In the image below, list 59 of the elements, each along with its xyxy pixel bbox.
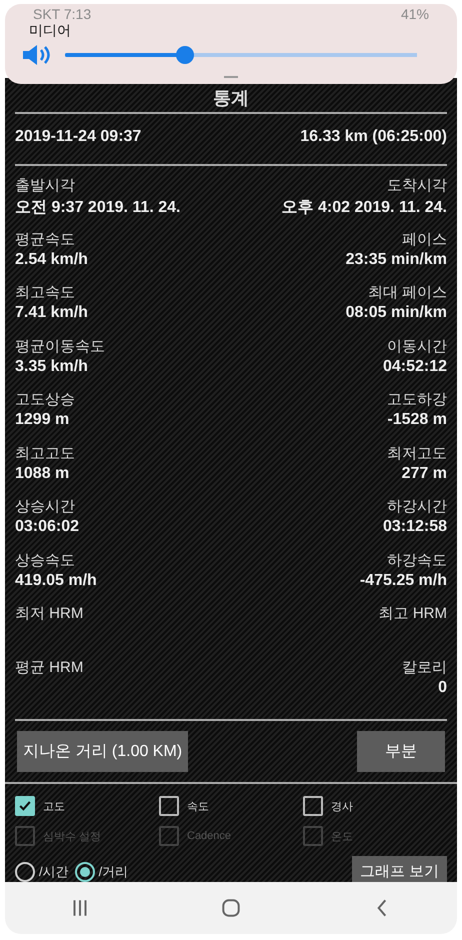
- checkbox-label: 온도: [331, 830, 353, 844]
- status-time: SKT 7:13: [33, 6, 92, 22]
- stat-value: -475.25 m/h: [360, 572, 447, 590]
- stat-label: 이동시간: [387, 336, 447, 356]
- checkbox-label: 고도: [43, 800, 65, 814]
- stat-label: 최대 페이스: [368, 283, 447, 302]
- stat-value: 오전 9:37 2019. 11. 24.: [15, 198, 180, 218]
- stat-value: 419.05 m/h: [15, 572, 97, 590]
- stat-label: 평균 HRM: [15, 658, 84, 676]
- segment-button[interactable]: 부분: [357, 731, 445, 772]
- stat-label: 고도하강: [387, 390, 447, 409]
- stat-value: 277 m: [402, 464, 447, 482]
- checkbox-label: 경사: [331, 800, 353, 814]
- stat-label: 하강속도: [387, 550, 447, 570]
- stat-value: 1299 m: [15, 411, 70, 429]
- stat-label: 하강시간: [387, 497, 447, 516]
- stat-value: 04:52:12: [382, 358, 447, 376]
- stat-value: 03:12:58: [382, 518, 447, 536]
- radio-label: /시간: [39, 862, 69, 880]
- stat-label: 최고속도: [15, 283, 76, 302]
- stat-label: 고도상승: [15, 390, 75, 409]
- stat-value: 2.54 km/h: [15, 250, 88, 268]
- stat-label: 상승시간: [15, 497, 76, 516]
- checkbox-label: 심박수 설정: [43, 830, 102, 844]
- stat-value: 오후 4:02 2019. 11. 24.: [282, 198, 447, 218]
- stat-label: 최고고도: [15, 444, 75, 462]
- stat-label: 칼로리: [402, 658, 447, 676]
- volume-label: 미디어: [29, 22, 72, 40]
- stat-label: 페이스: [402, 230, 447, 248]
- stat-label: 도착시각: [387, 176, 447, 195]
- distance-button[interactable]: 지나온 거리 (1.00 KM): [17, 731, 188, 772]
- speaker-icon[interactable]: [21, 43, 51, 67]
- graph-button[interactable]: 그래프 보기: [352, 856, 447, 882]
- battery-level: 41%: [400, 6, 429, 22]
- stat-label: 평균속도: [15, 230, 76, 248]
- stat-label: 상승속도: [15, 550, 76, 570]
- drag-handle[interactable]: [224, 76, 238, 78]
- radio-label: /거리: [98, 862, 128, 880]
- stat-value: 0: [438, 678, 447, 696]
- home-icon[interactable]: [220, 897, 242, 919]
- checkbox-label: 속도: [187, 800, 209, 814]
- stat-value: 03:06:02: [15, 518, 80, 536]
- stat-value: 3.35 km/h: [15, 358, 89, 376]
- stat-value: 1088 m: [15, 464, 70, 482]
- screen-title: 통계: [212, 87, 250, 110]
- stat-value: -1528 m: [387, 411, 447, 429]
- stat-value: 08:05 min/km: [346, 304, 447, 322]
- stat-label: 평균이동속도: [15, 336, 105, 356]
- track-date: 2019-11-24 09:37: [15, 128, 142, 146]
- stat-label: 최고 HRM: [378, 604, 447, 623]
- checkbox[interactable]: [159, 796, 179, 816]
- checkbox-label: Cadence: [187, 830, 232, 842]
- stat-value: 23:35 min/km: [346, 250, 447, 268]
- stat-label: 최저 HRM: [15, 604, 84, 623]
- stat-value: 7.41 km/h: [15, 304, 88, 322]
- checkbox[interactable]: [303, 796, 323, 816]
- track-distance: 16.33 km (06:25:00): [300, 128, 447, 146]
- stat-label: 출발시각: [15, 176, 76, 195]
- stat-label: 최저고도: [387, 444, 447, 462]
